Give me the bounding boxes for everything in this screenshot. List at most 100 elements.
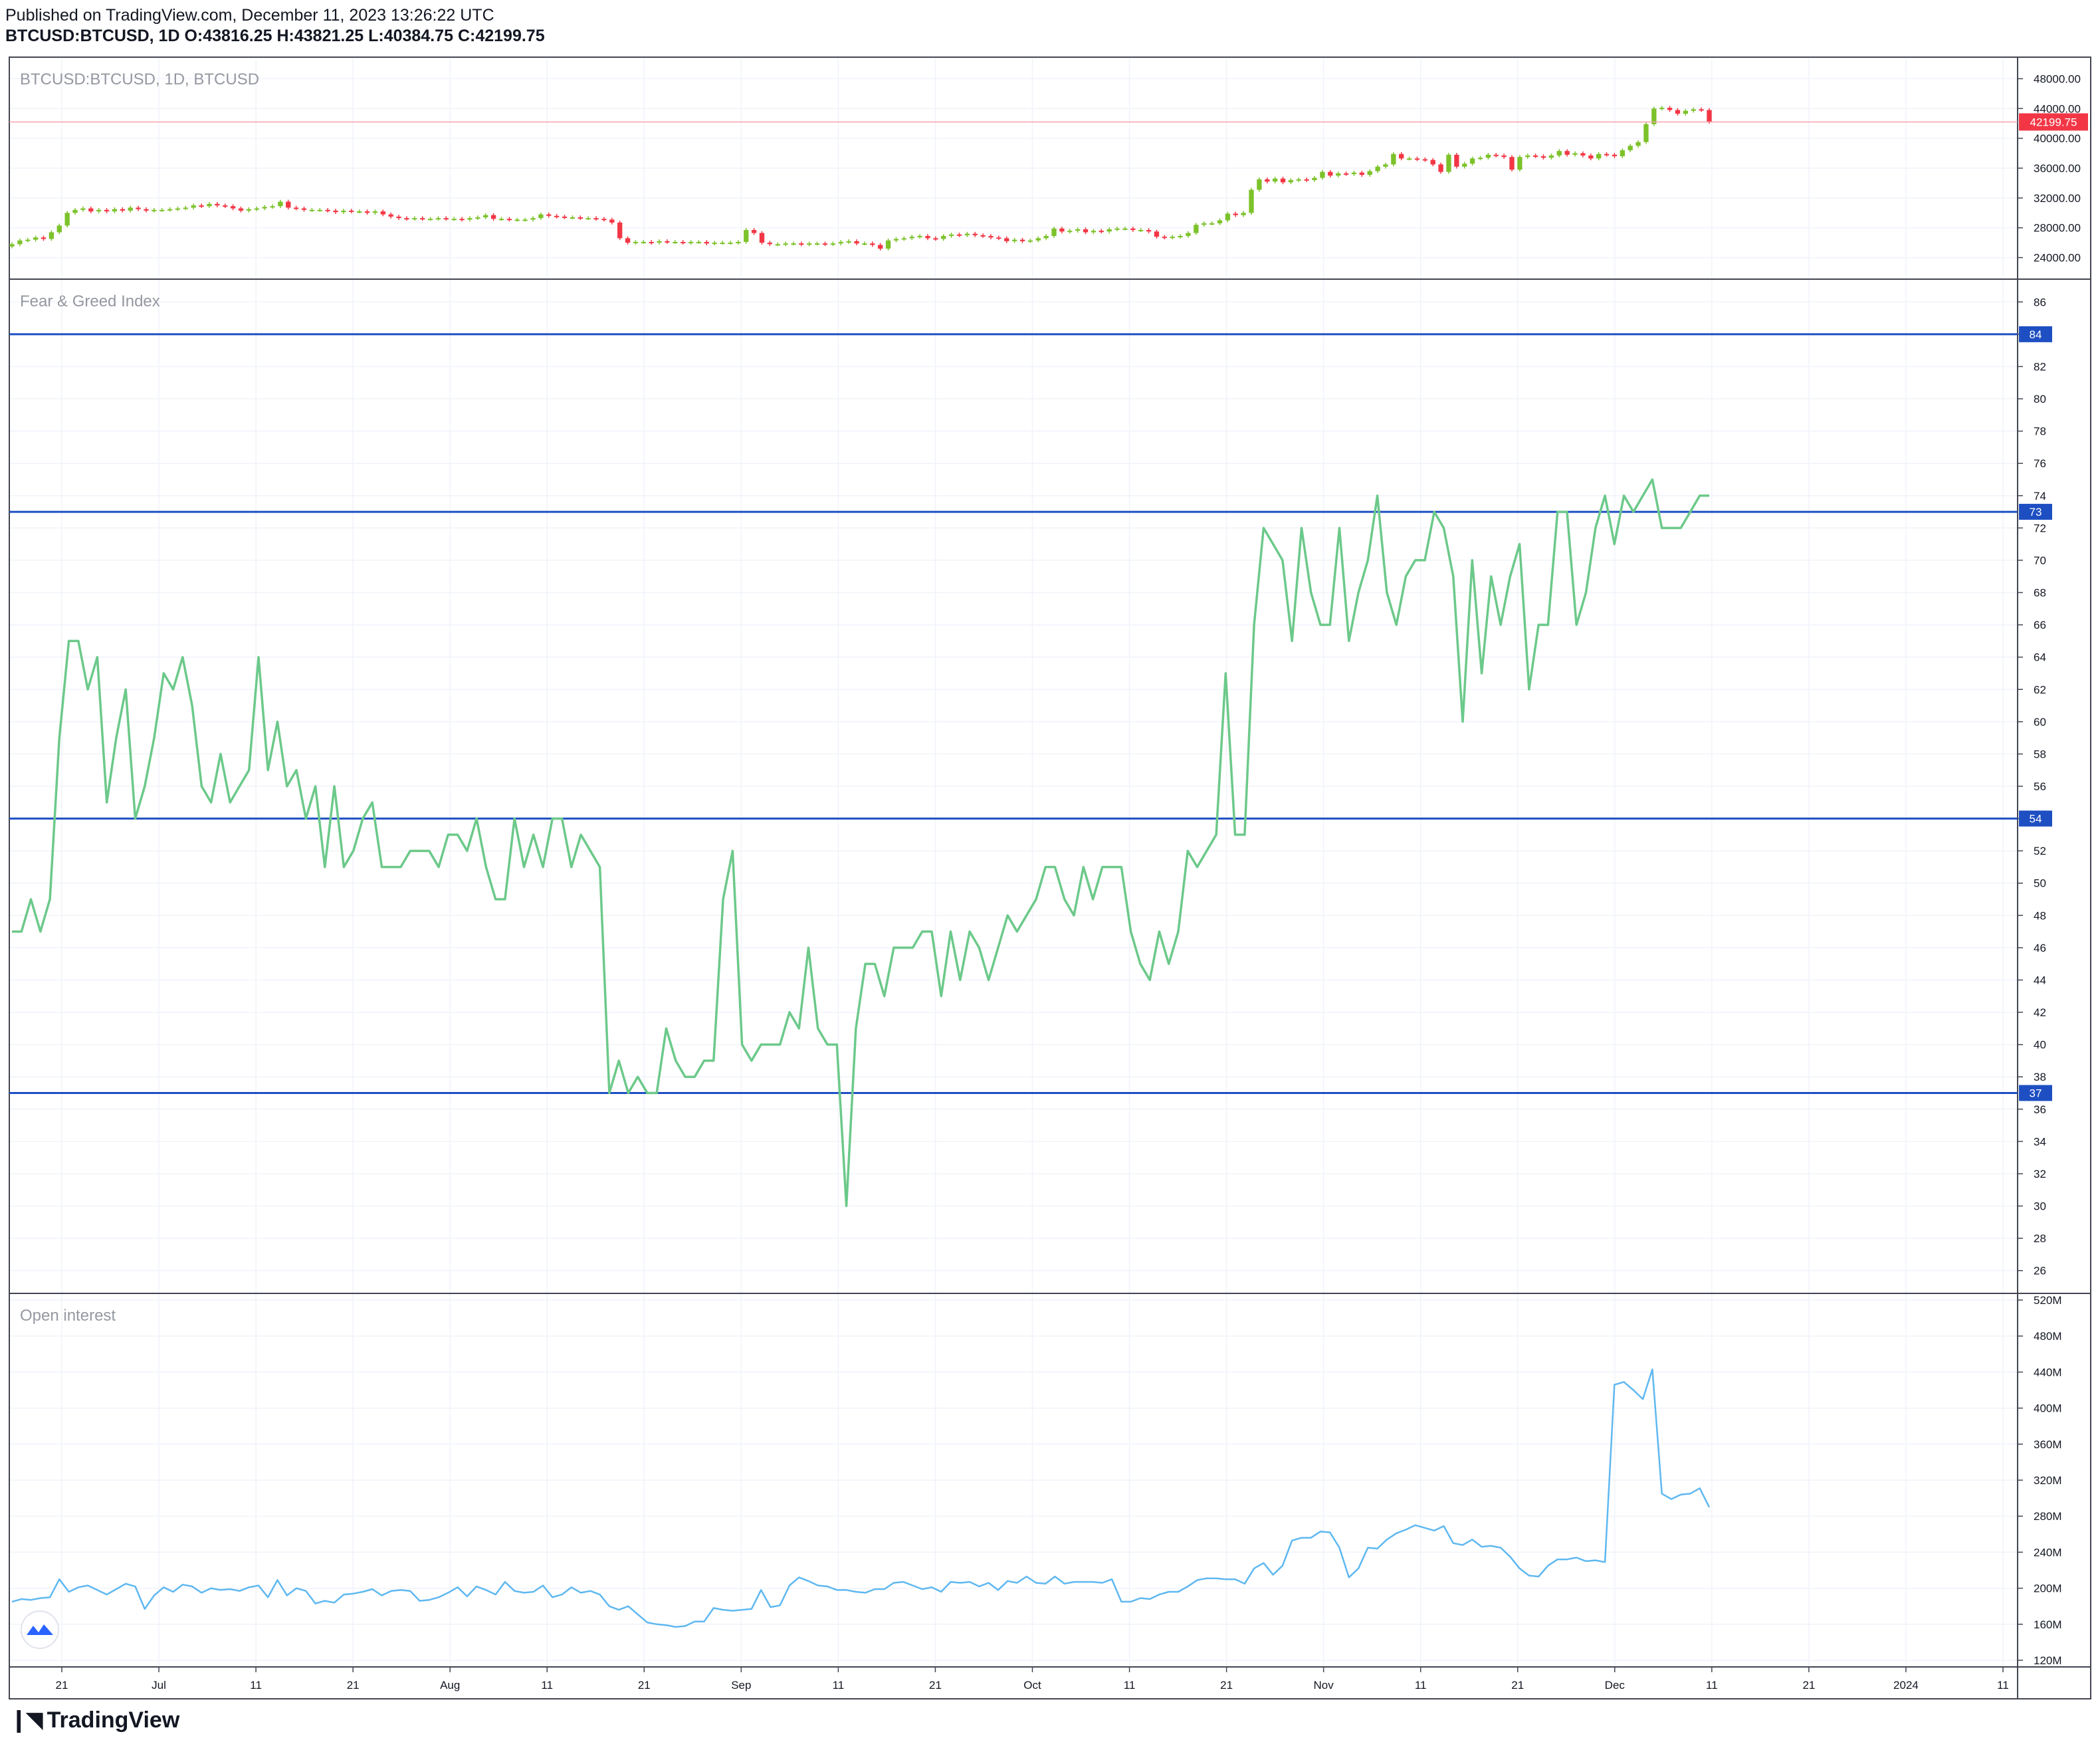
candle-body — [207, 203, 212, 207]
fg-axis-label: 40 — [2034, 1039, 2046, 1051]
candle-body — [215, 203, 220, 206]
candle-body — [759, 233, 765, 243]
time-axis-label: 11 — [1997, 1679, 2009, 1692]
candle-body — [80, 208, 86, 210]
candle-body — [625, 238, 631, 243]
candle-body — [1707, 110, 1712, 122]
fg-axis-label: 26 — [2034, 1265, 2046, 1277]
candle-body — [159, 209, 165, 211]
candle-body — [317, 209, 322, 211]
fg-axis-label: 32 — [2034, 1168, 2046, 1180]
candle-body — [357, 211, 362, 213]
candle-body — [246, 209, 252, 211]
candle-body — [144, 209, 149, 211]
candle-body — [767, 243, 773, 245]
candle-body — [514, 219, 520, 221]
candle-body — [333, 210, 338, 213]
candle-body — [673, 242, 678, 244]
candle-body — [925, 236, 930, 239]
candle-body — [128, 207, 133, 211]
candle-body — [104, 209, 110, 212]
candle-body — [783, 243, 788, 245]
candle-body — [1075, 229, 1081, 231]
candle-body — [1280, 178, 1286, 183]
time-axis-label: Dec — [1605, 1679, 1626, 1692]
fg-axis-label: 80 — [2034, 393, 2046, 405]
time-axis-label: 11 — [1706, 1679, 1718, 1692]
chart-canvas[interactable]: 48000.00 44000.00 40000.00 36000.00 32000.00… — [0, 0, 2100, 1748]
candle-body — [712, 243, 717, 245]
time-axis-label: 21 — [347, 1679, 360, 1692]
candle-body — [681, 242, 686, 244]
fg-axis-label: 64 — [2034, 651, 2046, 664]
candle-body — [372, 211, 378, 213]
candle-body — [1540, 156, 1546, 158]
fg-axis-label: 44 — [2034, 974, 2046, 986]
candle-body — [830, 243, 836, 245]
candle-body — [388, 214, 393, 217]
candle-body — [64, 213, 70, 226]
candle-body — [649, 242, 654, 244]
candle-body — [633, 242, 639, 244]
time-axis-label: 11 — [833, 1679, 845, 1692]
candle-body — [1454, 154, 1459, 167]
candle-body — [941, 236, 946, 239]
candle-body — [1004, 238, 1009, 241]
time-axis-label: Nov — [1314, 1679, 1334, 1692]
price-axis-label: 24000.00 — [2034, 252, 2081, 265]
fg-axis-label: 52 — [2034, 845, 2046, 857]
time-axis-label: 11 — [250, 1679, 262, 1692]
candle-body — [1343, 173, 1349, 175]
fear-greed-pane-title: Fear & Greed Index — [20, 292, 160, 310]
candle-body — [909, 237, 914, 239]
candle-body — [136, 207, 141, 209]
price-axis-label: 40000.00 — [2034, 132, 2081, 145]
candle-body — [1178, 236, 1183, 238]
candle-body — [1043, 236, 1049, 239]
oi-axis-label: 240M — [2034, 1546, 2062, 1559]
candle-body — [688, 242, 694, 244]
candle-body — [1477, 158, 1483, 160]
candle-body — [506, 219, 512, 221]
fg-axis-label: 34 — [2034, 1135, 2046, 1148]
candle-body — [901, 238, 907, 240]
candle-body — [49, 232, 54, 239]
fg-axis-label: 66 — [2034, 619, 2046, 631]
last-price-label: 42199.75 — [2030, 116, 2077, 128]
candle-body — [1359, 172, 1364, 175]
candle-body — [1209, 223, 1215, 225]
oi-axis-label: 280M — [2034, 1510, 2062, 1523]
fg-axis-label: 78 — [2034, 425, 2046, 438]
candle-body — [380, 211, 385, 215]
candle-body — [601, 219, 607, 221]
candle-body — [1406, 158, 1412, 160]
candle-body — [964, 233, 970, 235]
chart-watermark-icon[interactable] — [21, 1610, 59, 1649]
time-axis-label: Sep — [731, 1679, 751, 1692]
candle-body — [490, 215, 496, 219]
time-axis-label: 21 — [1220, 1679, 1233, 1692]
oi-axis-label: 160M — [2034, 1618, 2062, 1631]
candle-body — [420, 218, 425, 220]
fg-axis-label: 72 — [2034, 522, 2046, 534]
candle-body — [1241, 213, 1246, 215]
candle-body — [1612, 154, 1618, 157]
candle-body — [167, 209, 173, 211]
candle-body — [554, 215, 560, 217]
candle-body — [870, 243, 875, 245]
candle-body — [412, 218, 417, 220]
time-axis-label: Jul — [152, 1679, 166, 1692]
oi-axis-label: 480M — [2034, 1330, 2062, 1343]
candle-body — [427, 219, 433, 221]
candle-body — [309, 209, 315, 211]
candle-body — [41, 237, 47, 239]
candle-body — [270, 206, 275, 208]
fg-axis-label: 60 — [2034, 716, 2046, 728]
candle-body — [885, 240, 891, 249]
time-axis-label: 21 — [638, 1679, 651, 1692]
tradingview-logo[interactable]: ❙◥ TradingView — [9, 1707, 179, 1733]
candle-body — [435, 218, 441, 220]
candle-body — [1438, 164, 1443, 172]
fg-axis-label: 76 — [2034, 457, 2046, 470]
candle-body — [1391, 154, 1396, 165]
